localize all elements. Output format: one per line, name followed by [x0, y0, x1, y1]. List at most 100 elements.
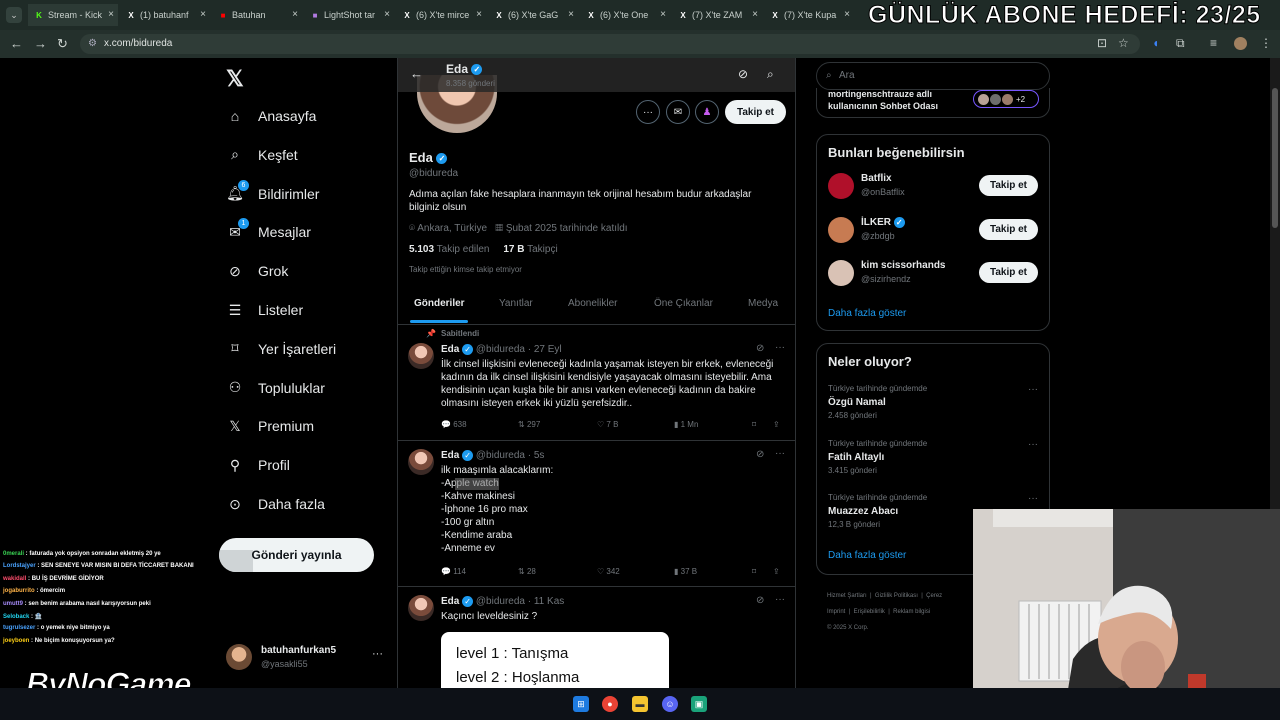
- tweet-author[interactable]: Eda: [441, 450, 459, 461]
- nav-item-list[interactable]: ☰ Listeler: [226, 292, 303, 328]
- bookmark-icon[interactable]: ⌑: [752, 420, 756, 429]
- file-explorer-icon[interactable]: ▬: [632, 696, 648, 712]
- more-icon[interactable]: ···: [775, 342, 785, 353]
- avatar[interactable]: [408, 343, 434, 369]
- nav-item-x-logo[interactable]: 𝕏 Premium: [226, 408, 314, 444]
- tweet-author[interactable]: Eda: [441, 596, 459, 607]
- close-tab-icon[interactable]: ×: [660, 9, 666, 20]
- profile-tab[interactable]: Medya: [748, 298, 778, 309]
- tweet[interactable]: Eda ✓ @bidureda · 5s ⊘ ··· ilk maaşımla …: [398, 441, 795, 587]
- account-switcher[interactable]: batuhanfurkan5 @yasakli55 ···: [226, 644, 386, 676]
- avatar[interactable]: [408, 595, 434, 621]
- footer-link[interactable]: Hizmet Şartları: [827, 593, 867, 599]
- browser-tab[interactable]: ■ Batuhan ×: [212, 4, 302, 26]
- reply-icon[interactable]: 💬 638: [441, 420, 467, 429]
- footer-link[interactable]: Çerez: [926, 593, 942, 599]
- install-icon[interactable]: ⊡: [1097, 36, 1107, 50]
- views-icon[interactable]: ▮ 1 Mn: [674, 420, 698, 429]
- suggestion-name[interactable]: İLKER ✓: [861, 216, 905, 228]
- grok-icon[interactable]: ⊘: [756, 449, 764, 460]
- browser-tab[interactable]: K Stream - Kick ×: [28, 4, 118, 26]
- show-more-link[interactable]: Daha fazla göster: [828, 308, 906, 319]
- nav-item-people[interactable]: ⚇ Topluluklar: [226, 370, 325, 406]
- suggestion-item[interactable]: Batflix @onBatflix Takip et: [828, 169, 1040, 203]
- grok-icon[interactable]: ⊘: [756, 343, 764, 354]
- nav-item-bell[interactable]: 🔔︎ 6 Bildirimler: [226, 176, 319, 212]
- trend-item[interactable]: Türkiye tarihinde gündemde Özgü Namal 2.45…: [828, 384, 1040, 428]
- footer-link[interactable]: Reklam bilgisi: [893, 609, 930, 615]
- profile-tab[interactable]: Gönderiler: [414, 298, 465, 309]
- reply-icon[interactable]: 💬 114: [441, 567, 466, 576]
- nav-item-grok[interactable]: ⊘ Grok: [226, 253, 288, 289]
- search-icon[interactable]: ⌕: [767, 67, 774, 82]
- browser-tab[interactable]: X (7) X'te Kupa ×: [764, 4, 854, 26]
- more-icon[interactable]: ···: [372, 648, 383, 660]
- suggestion-name[interactable]: Batflix: [861, 173, 892, 184]
- repost-icon[interactable]: ⇅ 297: [518, 420, 540, 429]
- browser-tab[interactable]: X (1) batuhanf ×: [120, 4, 210, 26]
- profile-tab[interactable]: Abonelikler: [568, 298, 617, 309]
- tweet-meta[interactable]: @bidureda · 27 Eyl: [476, 344, 562, 355]
- nav-item-bookmark[interactable]: ⌑ Yer İşaretleri: [226, 331, 336, 367]
- tweet-meta[interactable]: @bidureda · 11 Kas: [476, 596, 564, 607]
- avatar[interactable]: [828, 260, 854, 286]
- share-icon[interactable]: ⇪: [773, 567, 780, 576]
- more-icon[interactable]: ···: [1028, 384, 1038, 395]
- message-icon[interactable]: ✉: [666, 100, 690, 124]
- tweet-image[interactable]: level 1 : Tanışma level 2 : Hoşlanma: [441, 632, 669, 688]
- extension-icon[interactable]: ◖: [1152, 36, 1159, 50]
- nav-item-home[interactable]: ⌂ Anasayfa: [226, 98, 317, 134]
- follow-button[interactable]: Takip et: [979, 262, 1038, 283]
- more-icon[interactable]: ···: [775, 448, 785, 459]
- like-icon[interactable]: ♡ 342: [597, 567, 620, 576]
- trend-item[interactable]: Türkiye tarihinde gündemde Fatih Altaylı 3…: [828, 439, 1040, 483]
- follow-button[interactable]: Takip et: [979, 218, 1038, 240]
- search-input[interactable]: ⌕ Ara: [816, 62, 1050, 90]
- menu-kebab-icon[interactable]: ⋮: [1260, 36, 1272, 50]
- browser-tab[interactable]: ■ LightShot tar ×: [304, 4, 394, 26]
- nav-item-person[interactable]: ⚲ Profil: [226, 447, 290, 483]
- grok-icon[interactable]: ⊘: [756, 595, 764, 606]
- extensions-puzzle-icon[interactable]: ⧉: [1176, 36, 1185, 51]
- tweet-author[interactable]: Eda: [441, 344, 459, 355]
- participants[interactable]: +2: [973, 90, 1039, 108]
- close-tab-icon[interactable]: ×: [476, 9, 482, 20]
- tweet-pinned[interactable]: 📌 Sabitlendi Eda ✓ @bidureda · 27 Eyl ⊘ …: [398, 325, 795, 441]
- tweet[interactable]: Eda ✓ @bidureda · 11 Kas ⊘ ··· Kaçıncı l…: [398, 587, 795, 688]
- close-tab-icon[interactable]: ×: [292, 9, 298, 20]
- windows-start-icon[interactable]: ⊞: [573, 696, 589, 712]
- following-label[interactable]: Takip edilen: [437, 244, 490, 255]
- bookmark-icon[interactable]: ⌑: [752, 567, 756, 576]
- profile-tab[interactable]: Öne Çıkanlar: [654, 298, 713, 309]
- share-icon[interactable]: ⇪: [773, 420, 780, 429]
- close-tab-icon[interactable]: ×: [568, 9, 574, 20]
- address-input[interactable]: ⚙ x.com/bidureda: [80, 34, 1140, 54]
- repost-icon[interactable]: ⇅ 28: [518, 567, 536, 576]
- footer-link[interactable]: Gizlilik Politikası: [875, 593, 918, 599]
- tab-search-button[interactable]: ⌄: [6, 7, 22, 23]
- chat-room-card[interactable]: mortingenschtrauze adlı kullanıcının Soh…: [816, 88, 1050, 118]
- follow-button[interactable]: Takip et: [979, 175, 1038, 196]
- footer-link[interactable]: Imprint: [827, 609, 845, 615]
- suggestion-name[interactable]: kim scissorhands: [861, 260, 945, 271]
- views-icon[interactable]: ▮ 37 B: [674, 567, 697, 576]
- app-icon[interactable]: ▣: [691, 696, 707, 712]
- nav-item-more-circle[interactable]: ⊙ Daha fazla: [226, 486, 325, 522]
- reload-icon[interactable]: ↻: [57, 36, 68, 52]
- close-tab-icon[interactable]: ×: [200, 9, 206, 20]
- profile-avatar-icon[interactable]: [1234, 37, 1247, 50]
- forward-icon[interactable]: →: [34, 36, 47, 51]
- avatar[interactable]: [828, 173, 854, 199]
- close-tab-icon[interactable]: ×: [752, 9, 758, 20]
- subscribe-icon[interactable]: ♟: [695, 100, 719, 124]
- back-icon[interactable]: ←: [10, 36, 23, 51]
- avatar[interactable]: [408, 449, 434, 475]
- nav-item-search[interactable]: ⌕ Keşfet: [226, 137, 298, 173]
- follow-button[interactable]: Takip et: [725, 100, 786, 124]
- trends-show-more-link[interactable]: Daha fazla göster: [828, 550, 906, 561]
- site-info-icon[interactable]: ⚙: [88, 34, 97, 54]
- profile-tab[interactable]: Yanıtlar: [499, 298, 533, 309]
- back-arrow-icon[interactable]: ←: [410, 66, 423, 81]
- post-button[interactable]: Gönderi yayınla: [219, 538, 374, 572]
- bookmark-star-icon[interactable]: ☆: [1118, 36, 1129, 50]
